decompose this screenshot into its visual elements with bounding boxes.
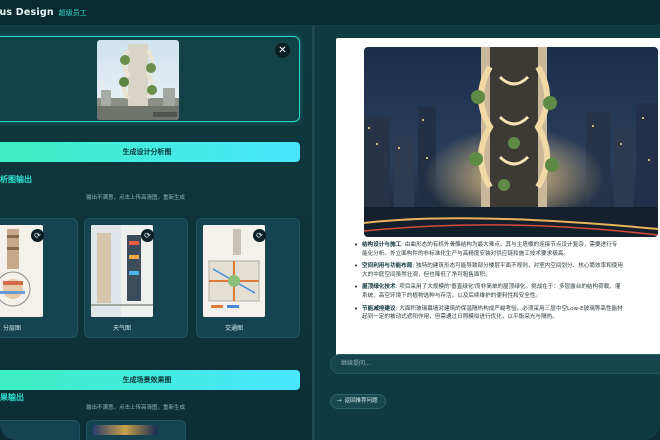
- pane-divider[interactable]: [312, 26, 315, 440]
- uploaded-image-card[interactable]: ✕: [0, 36, 300, 122]
- role-badge: 超级员工: [58, 8, 87, 17]
- bullet-text: : 独特的建筑形态可能导致部分楼层平面不规则，对室内空间划分、核心筒效率和使用: [412, 263, 623, 270]
- scene-card[interactable]: [86, 420, 186, 440]
- app-window: lus Design 超级员工 ✕ 生成设计分析图 析图输出 输出不满意，点击上…: [0, 0, 660, 440]
- analysis-report: 结构设计与施工: 由曲形态的有机外骨骼结构为最大难点。其与主塔楼的连接节点设计复…: [336, 38, 660, 368]
- night-render-image: [364, 47, 658, 237]
- top-bar: lus Design 超级员工: [0, 0, 660, 26]
- bullet-text: : 大面积玻璃幕墙对建筑的保温隔热构成严峻考验。必须采用三层中空Low-E玻璃等…: [395, 305, 623, 312]
- bullet-text: 起到一定的被动式遮阳作用，但需通过日照模拟进行优化，以平衡采光与隔热。: [362, 314, 558, 321]
- card-caption: 分层图: [2, 325, 21, 332]
- refresh-icon[interactable]: ⟳: [31, 229, 44, 242]
- analysis-card-layers[interactable]: ⟳ 分层图: [0, 218, 78, 338]
- app-brand: lus Design: [0, 7, 54, 18]
- right-panel: 结构设计与施工: 由曲形态的有机外骨骼结构为最大难点。其与主塔楼的连接节点设计复…: [316, 26, 660, 440]
- scene-image-preview: [93, 425, 157, 435]
- back-button-label: 返回推荐问题: [344, 398, 378, 404]
- bullet-key: 屋顶绿化技术: [362, 284, 396, 291]
- regenerate-hint: 输出不满意，点击上传高清图，重新生成: [86, 195, 186, 201]
- bullet-text: : 由曲形态的有机外骨骼结构为最大难点。其与主塔楼的连接节点设计复杂，需要进行专: [401, 242, 618, 248]
- refresh-icon[interactable]: ⟳: [141, 229, 154, 242]
- bullet-key: 空间利用与功能布局: [362, 263, 413, 270]
- chat-input[interactable]: 继续提问...: [330, 354, 660, 374]
- list-item: 空间利用与功能布局: 独特的建筑形态可能导致部分楼层平面不规则，对室内空间划分、…: [354, 262, 660, 279]
- list-item: 节能减排建议: 大面积玻璃幕墙对建筑的保温隔热构成严峻考验。必须采用三层中空Lo…: [354, 305, 660, 322]
- arrow-right-icon: →: [337, 398, 342, 404]
- bullet-key: 节能减排建议: [362, 305, 396, 312]
- analysis-card-weather[interactable]: ⟳ 天气图: [84, 218, 188, 338]
- bullet-text: 大的中庭空间虽然壮观，但也降低了净可租售面积。: [362, 271, 491, 278]
- generate-scene-button[interactable]: 生成场景效果图: [0, 370, 300, 390]
- bullet-text: 能化分析。外立面构件的非标准化生产与高精度安装对供应链和施工技术要求极高。: [362, 250, 569, 257]
- generate-analysis-button[interactable]: 生成设计分析图: [0, 142, 300, 162]
- card-caption: 交通图: [224, 325, 243, 332]
- regenerate-hint: 输出不满意，点击上传高清图，重新生成: [86, 405, 186, 411]
- uploaded-image: [97, 40, 179, 120]
- back-to-suggestions-button[interactable]: → 返回推荐问题: [330, 394, 386, 409]
- bullet-key: 结构设计与施工: [362, 242, 402, 248]
- tower-render-thumbnail: [97, 40, 179, 120]
- scene-output-title: 果输出: [0, 393, 24, 402]
- bullet-text: : 项目采用了大规模的'垂直绿化'而非简单的屋顶绿化。挑战在于：多层露台的结构荷…: [395, 284, 621, 291]
- analysis-output-title: 析图输出: [0, 175, 32, 184]
- analysis-card-traffic[interactable]: ⟳ 交通图: [196, 218, 300, 338]
- card-caption: 天气图: [112, 325, 131, 332]
- left-panel: ✕ 生成设计分析图 析图输出 输出不满意，点击上传高清图，重新生成 ⟳ 分层图 …: [0, 26, 314, 440]
- refresh-icon[interactable]: ⟳: [253, 229, 266, 242]
- list-item: 结构设计与施工: 由曲形态的有机外骨骼结构为最大难点。其与主塔楼的连接节点设计复…: [354, 241, 660, 258]
- analysis-bullet-list: 结构设计与施工: 由曲形态的有机外骨骼结构为最大难点。其与主塔楼的连接节点设计复…: [354, 241, 660, 326]
- bullet-text: 系统、高空环境下的植物选种与存活，以及后续维护的便利性和安全性。: [362, 292, 542, 299]
- close-icon[interactable]: ✕: [275, 43, 290, 58]
- scene-card[interactable]: [0, 420, 80, 440]
- list-item: 屋顶绿化技术: 项目采用了大规模的'垂直绿化'而非简单的屋顶绿化。挑战在于：多层…: [354, 283, 660, 300]
